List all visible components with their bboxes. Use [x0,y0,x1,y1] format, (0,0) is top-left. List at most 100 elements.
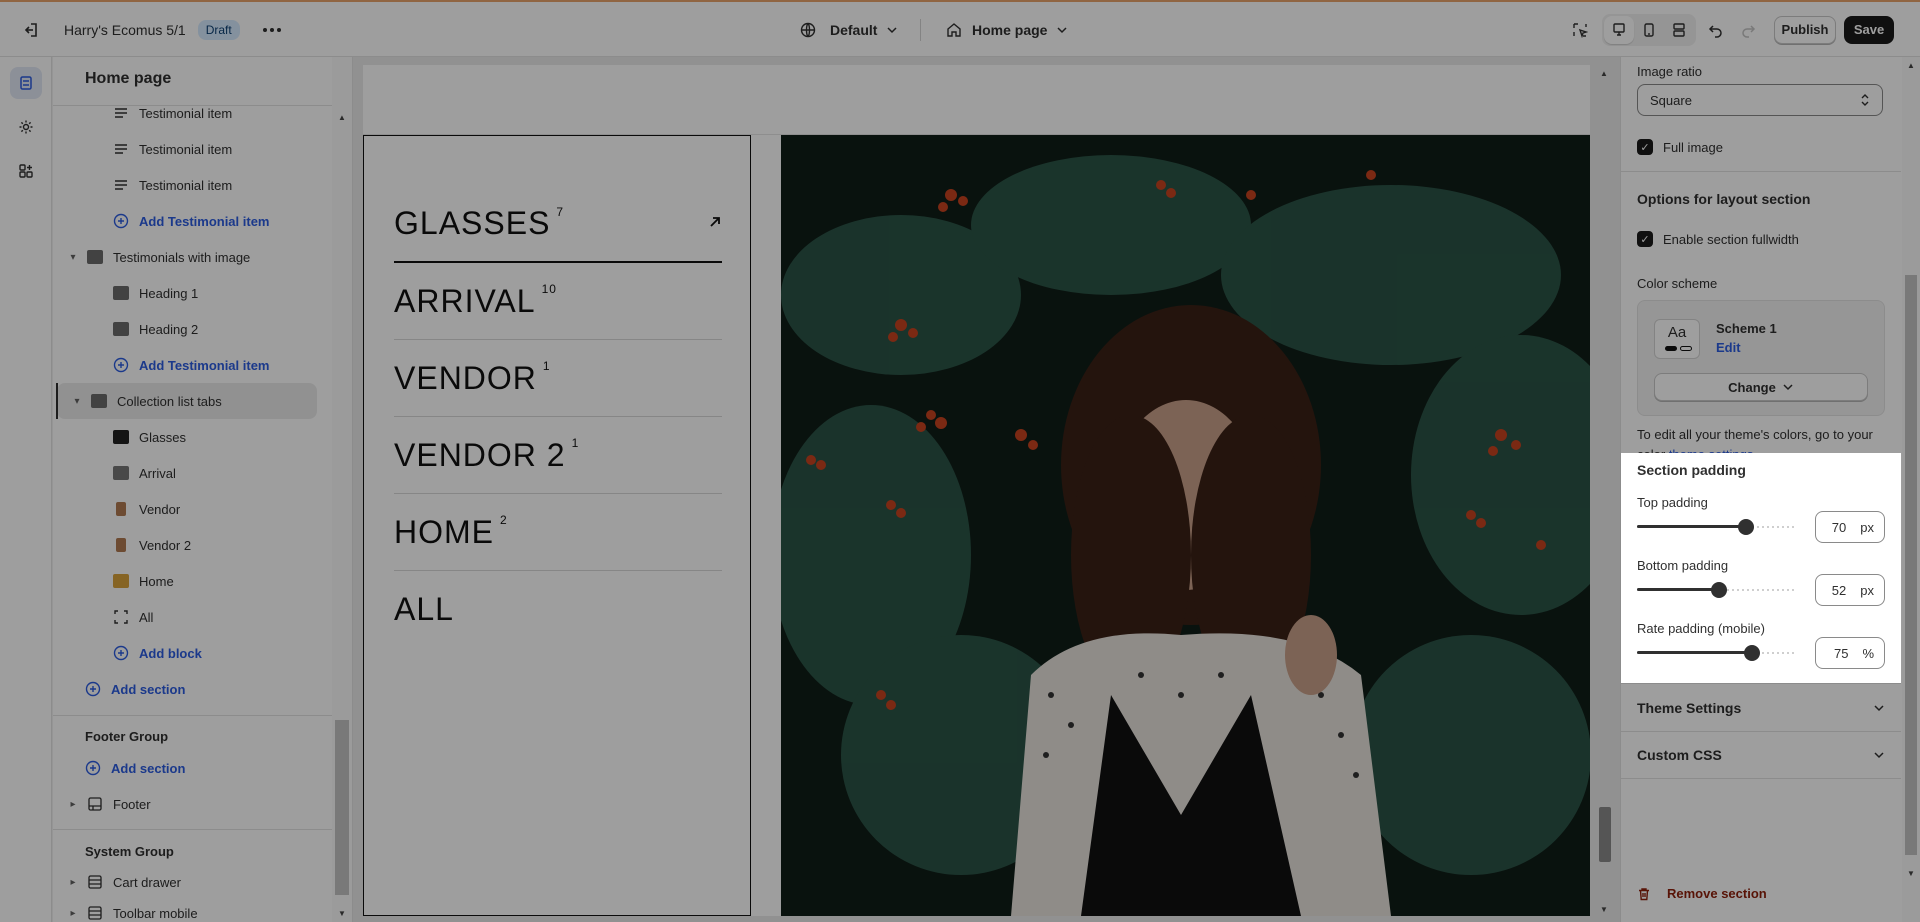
sidebar-item-vendor-2[interactable]: Vendor 2 [53,527,333,563]
text-lines-icon [113,105,129,121]
publish-button[interactable]: Publish [1774,15,1836,44]
add-footer-section-button[interactable]: Add section [53,750,333,786]
sections-icon[interactable] [10,67,42,99]
preview-scroll-thumb[interactable] [1599,807,1611,862]
chevron-right-icon[interactable]: ▸ [67,908,79,919]
inspector-icon[interactable] [1564,14,1596,46]
sidebar-item-label: Heading 1 [139,285,199,301]
panel-scroll-thumb[interactable] [1905,275,1917,855]
bottom-padding-label: Bottom padding [1637,558,1729,573]
rate-padding-slider-handle[interactable] [1744,645,1761,661]
fullwidth-checkbox-row[interactable]: ✓ Enable section fullwidth [1637,231,1799,247]
tab-label: HOME [394,513,494,550]
scroll-down-arrow-icon[interactable]: ▼ [1907,869,1915,878]
collection-tab-glasses[interactable]: GLASSES 7 [394,186,722,263]
sidebar-item-label: Testimonial item [139,141,233,157]
preview-scrollbar[interactable]: ▲ ▼ [1598,65,1612,916]
settings-gear-icon[interactable] [10,111,42,143]
sidebar-scrollbar[interactable]: ▲ ▼ [332,57,352,922]
viewport-switcher [1602,13,1696,46]
scheme-name: Scheme 1 [1716,321,1777,336]
page-selector[interactable]: Home page [946,2,1069,57]
scroll-down-arrow-icon[interactable]: ▼ [1600,905,1608,914]
top-padding-input[interactable]: 70 px [1815,511,1885,543]
add-testimonial-item-button[interactable]: Add Testimonial item [53,203,333,239]
save-button[interactable]: Save [1844,15,1894,44]
block-thumbnail-icon [113,537,129,553]
sidebar-section-collection-list-tabs[interactable]: ▾ Collection list tabs [57,383,317,419]
remove-section-button[interactable]: Remove section [1637,886,1767,901]
sidebar-section-toolbar-mobile[interactable]: ▸ Toolbar mobile [53,895,333,922]
block-thumbnail-icon [113,429,129,445]
more-actions-icon[interactable] [256,14,288,46]
scroll-up-arrow-icon[interactable]: ▲ [338,113,346,122]
apps-icon[interactable] [10,155,42,187]
sidebar-item-testimonial[interactable]: Testimonial item [53,95,333,131]
chevron-right-icon[interactable]: ▸ [67,799,79,810]
storefront-preview[interactable]: GLASSES 7 ARRIVAL 10 VENDOR 1 VENDOR 2 1 HOM… [363,65,1590,916]
fullscreen-view-icon[interactable] [1664,16,1694,44]
chevron-right-icon[interactable]: ▸ [67,877,79,888]
scheme-edit-link[interactable]: Edit [1716,340,1741,355]
sidebar-item-heading-2[interactable]: Heading 2 [53,311,333,347]
rate-padding-slider[interactable] [1637,645,1797,661]
sidebar-item-vendor[interactable]: Vendor [53,491,333,527]
sidebar-item-heading-1[interactable]: Heading 1 [53,275,333,311]
sidebar-item-all[interactable]: All [53,599,333,635]
scroll-up-arrow-icon[interactable]: ▲ [1907,61,1915,70]
exit-icon[interactable] [14,14,46,46]
collection-tab-vendor-2[interactable]: VENDOR 2 1 [394,417,722,494]
sidebar-item-testimonial[interactable]: Testimonial item [53,131,333,167]
custom-css-accordion[interactable]: Custom CSS [1621,731,1901,779]
add-section-button[interactable]: Add section [53,671,333,707]
chevron-down-icon[interactable]: ▾ [67,252,79,263]
chevron-down-icon[interactable]: ▾ [71,396,83,407]
desktop-view-icon[interactable] [1604,15,1634,44]
layout-icon [87,874,103,890]
sidebar-section-footer[interactable]: ▸ Footer [53,786,333,822]
collection-tab-arrival[interactable]: ARRIVAL 10 [394,263,722,340]
scroll-up-arrow-icon[interactable]: ▲ [1600,69,1608,78]
scroll-down-arrow-icon[interactable]: ▼ [338,909,346,918]
image-ratio-select[interactable]: Square [1637,84,1883,116]
top-padding-slider[interactable] [1637,519,1797,535]
change-scheme-button[interactable]: Change [1654,373,1868,401]
bottom-padding-slider[interactable] [1637,582,1797,598]
image-ratio-value: Square [1650,92,1692,108]
theme-selector[interactable]: Default [800,2,899,57]
sidebar-scroll-thumb[interactable] [335,720,349,895]
sidebar-item-arrival[interactable]: Arrival [53,455,333,491]
theme-settings-accordion[interactable]: Theme Settings [1621,683,1901,731]
collection-tab-vendor[interactable]: VENDOR 1 [394,340,722,417]
sidebar-item-label: Heading 2 [139,321,199,337]
collection-tab-all[interactable]: ALL [394,571,722,648]
chevron-down-icon [1874,752,1884,759]
undo-icon[interactable] [1700,14,1732,46]
footer-group-title: Footer Group [85,729,169,744]
sidebar-item-label: Toolbar mobile [113,905,198,921]
color-scheme-label: Color scheme [1637,276,1718,291]
add-testimonial-item-button[interactable]: Add Testimonial item [53,347,333,383]
bottom-padding-input[interactable]: 52 px [1815,574,1885,606]
bottom-padding-slider-handle[interactable] [1710,582,1727,598]
rate-padding-input[interactable]: 75 % [1815,637,1885,669]
top-padding-slider-handle[interactable] [1737,519,1754,535]
layout-icon [87,905,103,921]
sidebar-item-glasses[interactable]: Glasses [53,419,333,455]
checkmark-icon[interactable]: ✓ [1637,231,1653,247]
sidebar-item-home[interactable]: Home [53,563,333,599]
panel-scrollbar[interactable]: ▲ ▼ [1902,57,1920,922]
group-divider [53,715,333,716]
redo-icon[interactable] [1732,14,1764,46]
mobile-view-icon[interactable] [1634,16,1664,44]
full-image-checkbox-row[interactable]: ✓ Full image [1637,139,1723,155]
trash-icon [1639,887,1649,900]
sidebar-item-testimonial[interactable]: Testimonial item [53,167,333,203]
checkmark-icon[interactable]: ✓ [1637,139,1653,155]
add-block-button[interactable]: Add block [53,635,333,671]
sidebar-item-label: Glasses [139,429,186,445]
sidebar-section-testimonials-with-image[interactable]: ▾ Testimonials with image [53,239,333,275]
tab-count: 2 [500,513,508,527]
collection-tab-home[interactable]: HOME 2 [394,494,722,571]
draft-badge: Draft [197,19,240,40]
